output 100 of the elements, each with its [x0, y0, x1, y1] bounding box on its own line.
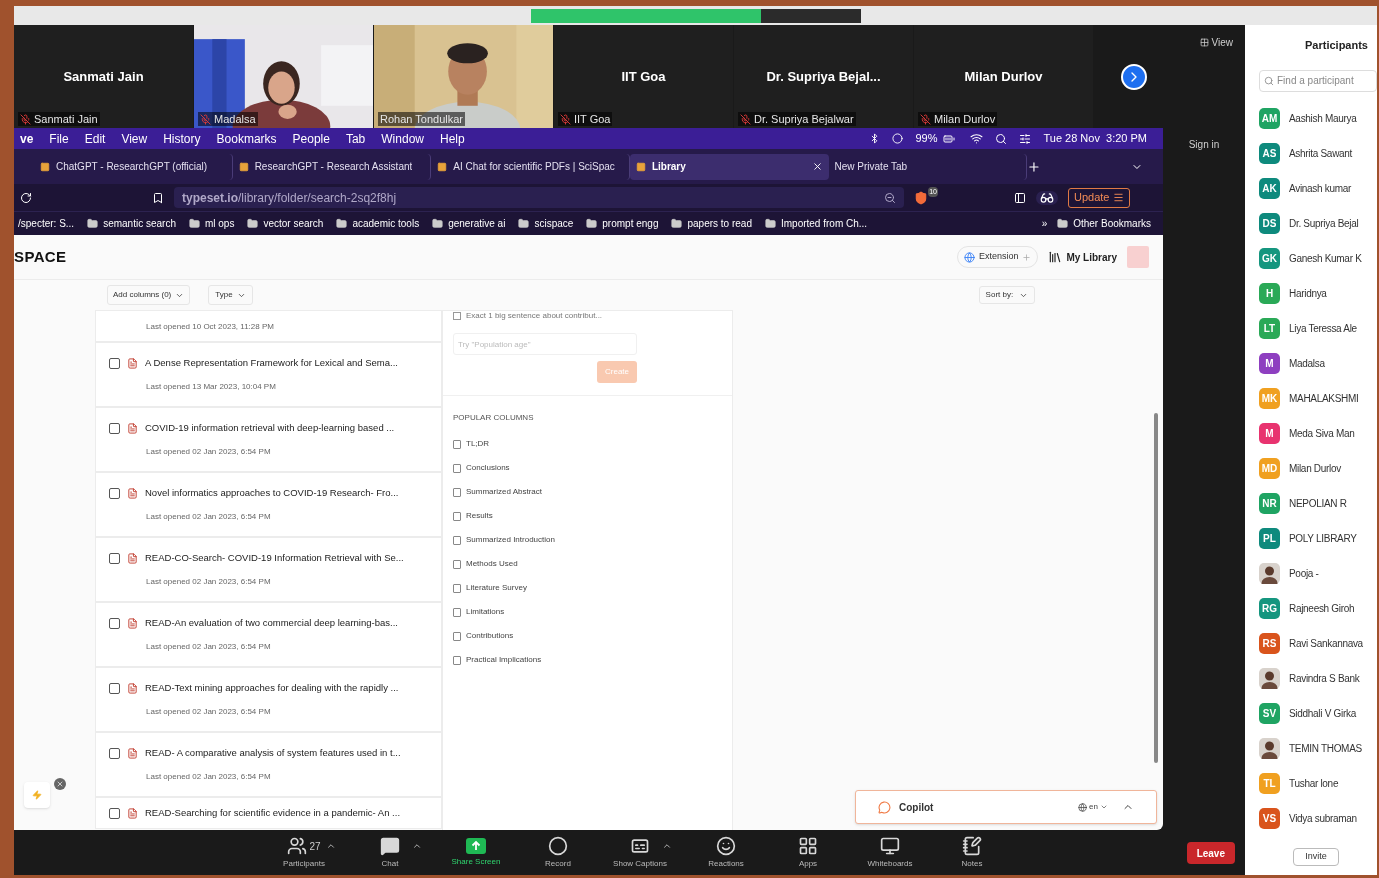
toolbar-button[interactable]: Reactions: [698, 836, 754, 870]
participant-name[interactable]: Rajneesh Giroh: [1289, 600, 1355, 616]
participant-name[interactable]: Aashish Maurya: [1289, 110, 1357, 126]
menu-item[interactable]: History: [163, 129, 201, 148]
paper-row[interactable]: READ- A comparative analysis of system features used in t... Last opened 02 Jan 2023, 6:54 PM: [95, 732, 442, 797]
toolbar-button[interactable]: Apps: [780, 836, 836, 870]
browser-tab[interactable]: AI Chat for scientific PDFs | SciSpac: [431, 153, 630, 180]
next-page-button[interactable]: [1121, 63, 1147, 90]
participant-name[interactable]: Pooja -: [1289, 565, 1319, 581]
paper-row[interactable]: READ-Text mining approaches for dealing with the rapidly ... Last opened 02 Jan 2023, 6:54 PM: [95, 667, 442, 732]
paper-checkbox[interactable]: [109, 488, 120, 499]
paper-checkbox[interactable]: [109, 553, 120, 564]
participant-name[interactable]: Vidya subraman: [1289, 810, 1357, 826]
column-option[interactable]: TL;DR: [453, 437, 732, 451]
browser-tab[interactable]: ResearchGPT - Research Assistant: [232, 153, 432, 180]
bookmark-item[interactable]: scispace: [518, 216, 574, 231]
column-option[interactable]: Results: [453, 509, 732, 523]
address-field[interactable]: typeset.io/library/folder/search-2sq2f8hj: [174, 187, 904, 208]
toolbar-button[interactable]: 27 Participants: [276, 836, 332, 870]
column-option[interactable]: Exact 1 big sentence about contribut...: [466, 311, 603, 321]
sidebar-icon[interactable]: [1014, 191, 1026, 204]
bookmark-item[interactable]: generative ai: [432, 216, 506, 231]
participant-name[interactable]: Ashrita Sawant: [1289, 145, 1353, 161]
participant-name[interactable]: TEMIN THOMAS: [1289, 740, 1362, 756]
invite-button[interactable]: Invite: [1293, 847, 1339, 866]
bookmark-item[interactable]: ml ops: [188, 216, 235, 231]
paper-checkbox[interactable]: [109, 748, 120, 759]
column-option[interactable]: Literature Survey: [453, 581, 732, 595]
options-caret-icon[interactable]: [412, 841, 422, 851]
paper-checkbox[interactable]: [109, 683, 120, 694]
search-icon[interactable]: [995, 132, 1008, 145]
menu-item[interactable]: Help: [440, 129, 465, 148]
toolbar-button[interactable]: Whiteboards: [862, 836, 918, 870]
participant-name[interactable]: Tushar lone: [1289, 775, 1339, 791]
bookmark-icon[interactable]: [152, 191, 164, 204]
toolbar-button[interactable]: Show Captions: [612, 836, 668, 870]
menu-item[interactable]: Tab: [345, 129, 366, 148]
options-caret-icon[interactable]: [326, 841, 336, 851]
participant-name[interactable]: Dr. Supriya Bejal: [1289, 215, 1359, 231]
control-center-icon[interactable]: [1019, 132, 1032, 145]
wifi-icon[interactable]: [970, 132, 984, 145]
paper-row[interactable]: READ-An evaluation of two commercial deep learning-bas... Last opened 02 Jan 2023, 6:54 PM: [95, 602, 442, 667]
option-checkbox[interactable]: [453, 312, 461, 320]
paper-row[interactable]: READ-CO-Search- COVID-19 Information Retrieval with Se... Last opened 02 Jan 2023, 6:54 PM: [95, 537, 442, 602]
participant-name[interactable]: Ganesh Kumar K: [1289, 250, 1362, 266]
column-option[interactable]: Conclusions: [453, 461, 732, 475]
participant-name[interactable]: NEPOLIAN R: [1289, 495, 1347, 511]
participant-name[interactable]: Liya Teressa Ale: [1289, 320, 1357, 336]
my-library-button[interactable]: My Library: [1048, 249, 1117, 265]
update-button[interactable]: Update: [1068, 187, 1131, 208]
zoom-out-icon[interactable]: [884, 191, 896, 204]
find-participant-field[interactable]: Find a participant: [1259, 69, 1377, 92]
copilot-bar[interactable]: Copilot en: [855, 790, 1157, 824]
view-button[interactable]: View: [1199, 35, 1233, 49]
participant-name[interactable]: Milan Durlov: [1289, 460, 1341, 476]
participant-name[interactable]: Ravi Sankannava: [1289, 635, 1363, 651]
glasses-icon[interactable]: [1036, 190, 1058, 205]
browser-tab[interactable]: Library: [629, 153, 829, 180]
column-option[interactable]: Limitations: [453, 605, 732, 619]
bookmark-item[interactable]: prompt engg: [586, 216, 659, 231]
type-dropdown[interactable]: Type: [208, 285, 253, 305]
paper-checkbox[interactable]: [109, 618, 120, 629]
add-columns-dropdown[interactable]: Add columns (0): [107, 285, 191, 305]
paper-row[interactable]: COVID-19 information retrieval with deep-learning based ... Last opened 02 Jan 2023, 6:54 PM: [95, 407, 442, 472]
column-option[interactable]: Contributions: [453, 629, 732, 643]
sign-in-link[interactable]: Sign in: [1188, 137, 1220, 151]
reload-icon[interactable]: [20, 191, 32, 204]
paper-checkbox[interactable]: [109, 807, 120, 819]
participant-name[interactable]: POLY LIBRARY: [1289, 530, 1357, 546]
bookmark-item[interactable]: academic tools: [336, 216, 420, 231]
scrollbar-thumb[interactable]: [1154, 413, 1158, 763]
participant-name[interactable]: Avinash kumar: [1289, 180, 1352, 196]
menu-item[interactable]: ve: [20, 129, 34, 148]
browser-tab[interactable]: New Private Tab: [828, 153, 1028, 180]
participant-name[interactable]: Madalsa: [1289, 355, 1325, 371]
menu-item[interactable]: File: [49, 129, 69, 148]
column-option[interactable]: Methods Used: [453, 557, 732, 571]
bookmark-item[interactable]: papers to read: [671, 216, 752, 231]
language-dropdown[interactable]: en: [1078, 801, 1108, 813]
other-bookmarks[interactable]: Other Bookmarks: [1057, 216, 1151, 231]
paper-row[interactable]: Last opened 10 Oct 2023, 11:28 PM: [95, 310, 442, 342]
participant-name[interactable]: Ravindra S Bank: [1289, 670, 1360, 686]
toolbar-button[interactable]: Chat: [362, 836, 418, 870]
participant-name[interactable]: MAHALAKSHMI: [1289, 390, 1359, 406]
leave-button[interactable]: Leave: [1186, 842, 1235, 864]
paper-checkbox[interactable]: [109, 358, 120, 369]
bookmark-item[interactable]: Imported from Ch...: [764, 216, 868, 231]
paper-row[interactable]: READ-Searching for scientific evidence in a pandemic- An ...: [95, 797, 442, 829]
options-caret-icon[interactable]: [662, 841, 672, 851]
toolbar-button[interactable]: Record: [530, 836, 586, 870]
column-prompt-field[interactable]: Try "Population age": [453, 333, 637, 355]
participant-name[interactable]: Haridnya: [1289, 285, 1327, 301]
column-option[interactable]: Summarized Abstract: [453, 485, 732, 499]
paper-row[interactable]: A Dense Representation Framework for Lexical and Sema... Last opened 13 Mar 2023, 10:04 PM: [95, 342, 442, 407]
participant-name[interactable]: Meda Siva Man: [1289, 425, 1355, 441]
menu-item[interactable]: Edit: [84, 129, 106, 148]
menu-item[interactable]: View: [121, 129, 148, 148]
paper-checkbox[interactable]: [109, 423, 120, 434]
column-option[interactable]: Practical Implications: [453, 653, 732, 667]
column-option[interactable]: Summarized Introduction: [453, 533, 732, 547]
